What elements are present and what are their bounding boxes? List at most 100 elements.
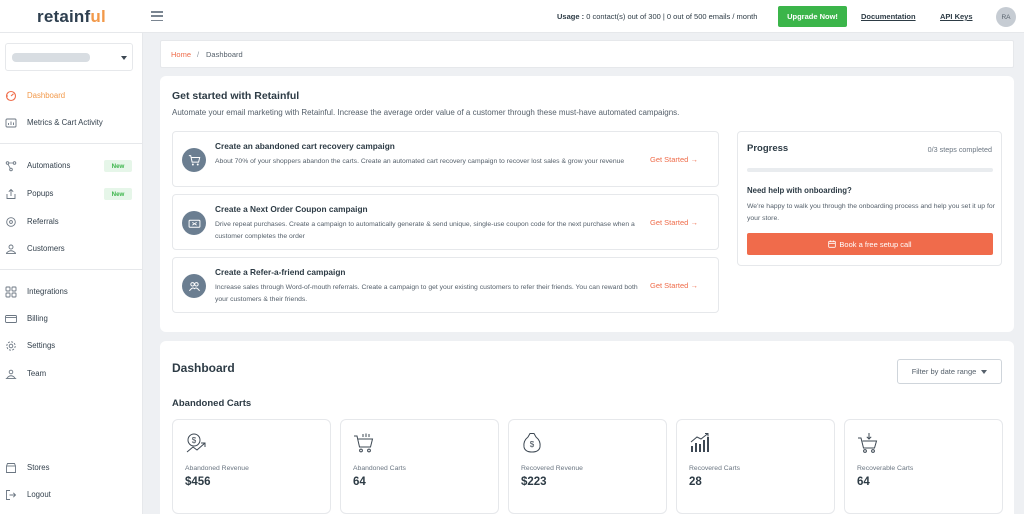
stat-label: Abandoned Carts bbox=[353, 465, 406, 472]
stat-label: Abandoned Revenue bbox=[185, 465, 249, 472]
abandoned-carts-heading: Abandoned Carts bbox=[172, 398, 252, 409]
sidebar-item-metrics[interactable]: Metrics & Cart Activity bbox=[0, 114, 143, 132]
sidebar-item-label: Popups bbox=[27, 189, 54, 198]
logout-icon bbox=[6, 490, 17, 500]
campaign-title: Create a Next Order Coupon campaign bbox=[215, 204, 368, 214]
new-badge: New bbox=[104, 188, 132, 200]
sidebar-divider bbox=[0, 269, 143, 270]
sidebar-item-stores[interactable]: Stores bbox=[0, 459, 143, 477]
sidebar-item-settings[interactable]: Settings bbox=[0, 337, 143, 355]
team-icon bbox=[5, 369, 17, 379]
campaign-card-next-order-coupon[interactable]: Create a Next Order Coupon campaign Driv… bbox=[172, 194, 719, 250]
stores-icon bbox=[6, 463, 16, 473]
user-avatar[interactable]: RA bbox=[996, 7, 1016, 27]
sidebar-item-logout[interactable]: Logout bbox=[0, 486, 143, 504]
stat-value: $456 bbox=[185, 476, 211, 488]
automations-icon bbox=[5, 161, 17, 172]
filter-date-range-dropdown[interactable]: Filter by date range bbox=[897, 359, 1002, 384]
top-bar: retainful Usage : 0 contact(s) out of 30… bbox=[0, 0, 1024, 33]
stat-value: 28 bbox=[689, 476, 702, 488]
campaign-description: Increase sales through Word-of-mouth ref… bbox=[215, 284, 638, 303]
arrow-right-icon: → bbox=[690, 281, 698, 290]
stat-card-recovered-carts: Recovered Carts 28 bbox=[676, 419, 835, 514]
usage-text: Usage : 0 contact(s) out of 300 | 0 out … bbox=[557, 12, 758, 21]
campaign-card-refer-a-friend[interactable]: Create a Refer-a-friend campaign Increas… bbox=[172, 257, 719, 313]
breadcrumb-current: Dashboard bbox=[206, 50, 243, 59]
dollar-trend-icon: $ bbox=[186, 433, 206, 453]
sidebar: Dashboard Metrics & Cart Activity Automa… bbox=[0, 33, 143, 514]
stat-card-abandoned-carts: Abandoned Carts 64 bbox=[340, 419, 499, 514]
sidebar-item-label: Dashboard bbox=[27, 91, 66, 100]
get-started-link[interactable]: Get Started → bbox=[650, 281, 698, 290]
sidebar-item-referrals[interactable]: Referrals bbox=[0, 213, 143, 231]
billing-card-icon bbox=[5, 315, 17, 323]
arrow-right-icon: → bbox=[690, 155, 698, 164]
stat-label: Recovered Carts bbox=[689, 465, 740, 472]
dashboard-title: Dashboard bbox=[172, 361, 235, 375]
stat-card-abandoned-revenue: $ Abandoned Revenue $456 bbox=[172, 419, 331, 514]
campaign-title: Create a Refer-a-friend campaign bbox=[215, 267, 346, 277]
stat-label: Recovered Revenue bbox=[521, 465, 583, 472]
settings-gear-icon bbox=[6, 341, 16, 351]
cart-icon bbox=[354, 433, 374, 453]
cart-icon bbox=[182, 148, 206, 172]
get-started-title: Get started with Retainful bbox=[172, 90, 300, 102]
sidebar-item-team[interactable]: Team bbox=[0, 365, 143, 383]
caret-down-icon bbox=[981, 369, 988, 374]
sidebar-item-integrations[interactable]: Integrations bbox=[0, 283, 143, 301]
sidebar-item-customers[interactable]: Customers bbox=[0, 240, 143, 258]
book-setup-call-button[interactable]: Book a free setup call bbox=[747, 233, 993, 255]
campaign-title: Create an abandoned cart recovery campai… bbox=[215, 141, 395, 151]
sidebar-item-label: Stores bbox=[27, 463, 50, 472]
progress-steps-text: 0/3 steps completed bbox=[927, 145, 992, 154]
sidebar-item-label: Logout bbox=[27, 490, 51, 499]
coupon-icon bbox=[182, 211, 206, 235]
upgrade-now-button[interactable]: Upgrade Now! bbox=[778, 6, 847, 27]
dashboard-card: Dashboard Filter by date range Abandoned… bbox=[160, 341, 1014, 514]
popups-icon bbox=[6, 188, 16, 199]
sidebar-item-label: Billing bbox=[27, 314, 48, 323]
sidebar-item-label: Settings bbox=[27, 341, 56, 350]
retainful-logo[interactable]: retainful bbox=[37, 7, 106, 27]
progress-title: Progress bbox=[747, 143, 789, 154]
breadcrumb: Home / Dashboard bbox=[160, 40, 1014, 68]
new-badge: New bbox=[104, 160, 132, 172]
bar-growth-icon bbox=[690, 433, 709, 452]
sidebar-item-label: Metrics & Cart Activity bbox=[27, 118, 103, 127]
stat-label: Recoverable Carts bbox=[857, 465, 914, 472]
hamburger-menu-icon[interactable] bbox=[151, 11, 163, 22]
dashboard-gauge-icon bbox=[5, 90, 17, 102]
progress-bar bbox=[747, 168, 993, 172]
api-keys-link[interactable]: API Keys bbox=[940, 12, 973, 21]
breadcrumb-home-link[interactable]: Home bbox=[171, 50, 191, 59]
store-selector[interactable] bbox=[5, 43, 133, 71]
sidebar-item-billing[interactable]: Billing bbox=[0, 310, 143, 328]
documentation-link[interactable]: Documentation bbox=[861, 12, 916, 21]
caret-down-icon bbox=[121, 56, 127, 60]
sidebar-item-dashboard[interactable]: Dashboard bbox=[0, 87, 143, 105]
get-started-link[interactable]: Get Started → bbox=[650, 218, 698, 227]
campaign-description: About 70% of your shoppers abandon the c… bbox=[215, 158, 625, 165]
referrals-icon bbox=[6, 217, 16, 227]
stat-value: 64 bbox=[353, 476, 366, 488]
cart-down-icon bbox=[858, 433, 878, 453]
metrics-icon bbox=[5, 118, 17, 128]
calendar-icon bbox=[828, 240, 837, 248]
stat-value: 64 bbox=[857, 476, 870, 488]
svg-text:$: $ bbox=[192, 436, 197, 445]
campaign-card-abandoned-cart[interactable]: Create an abandoned cart recovery campai… bbox=[172, 131, 719, 187]
stat-value: $223 bbox=[521, 476, 547, 488]
campaign-description: Drive repeat purchases. Create a campaig… bbox=[215, 221, 635, 240]
progress-panel: Progress 0/3 steps completed Need help w… bbox=[737, 131, 1002, 266]
get-started-link[interactable]: Get Started → bbox=[650, 155, 698, 164]
money-bag-icon: $ bbox=[523, 433, 541, 453]
sidebar-item-label: Referrals bbox=[27, 217, 59, 226]
get-started-subtitle: Automate your email marketing with Retai… bbox=[172, 108, 680, 117]
stat-card-recoverable-carts: Recoverable Carts 64 bbox=[844, 419, 1003, 514]
sidebar-item-automations[interactable]: Automations New bbox=[0, 157, 143, 175]
arrow-right-icon: → bbox=[690, 218, 698, 227]
sidebar-item-popups[interactable]: Popups New bbox=[0, 185, 143, 203]
svg-text:$: $ bbox=[530, 440, 535, 449]
integrations-grid-icon bbox=[5, 286, 17, 298]
customers-icon bbox=[6, 244, 16, 254]
